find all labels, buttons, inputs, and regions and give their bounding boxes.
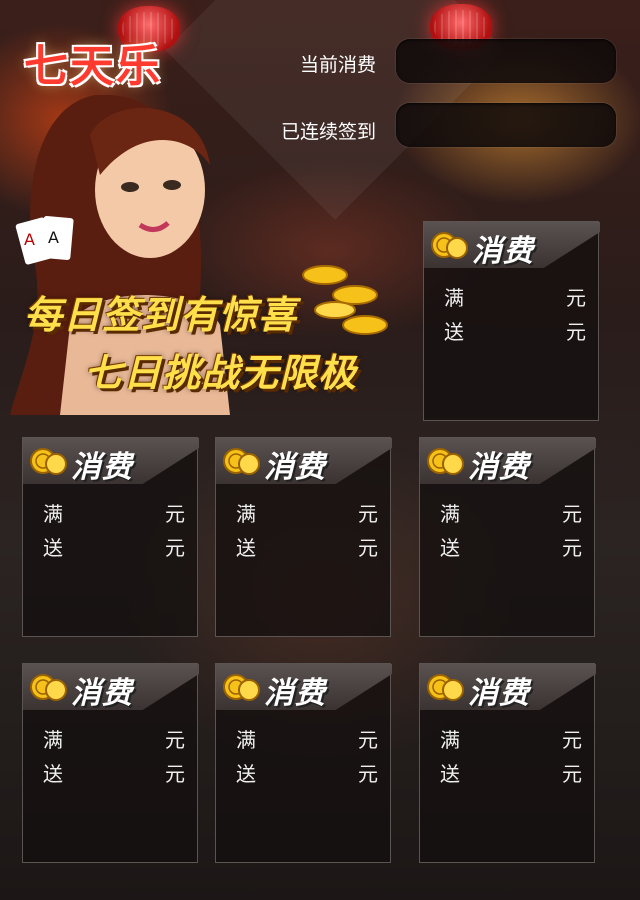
threshold-label: 满 [43,728,63,752]
coin-icon [222,672,260,702]
coin-icon [430,230,468,260]
card-title: 消费 [468,450,530,485]
gold-coins-decoration [302,265,388,335]
reward-unit: 元 [566,320,586,344]
threshold-label: 满 [43,502,63,526]
banner-slogan-line1: 每日签到有惊喜 [24,293,298,337]
threshold-label: 满 [236,728,256,752]
threshold-unit: 元 [165,728,185,752]
card-title: 消费 [468,676,530,711]
svg-text:A: A [24,230,35,249]
card-title: 消费 [71,676,133,711]
reward-label: 送 [43,762,63,786]
current-spend-label: 当前消费 [299,54,376,76]
threshold-label: 满 [440,502,460,526]
reward-label: 送 [440,536,460,560]
reward-unit: 元 [358,762,378,786]
threshold-label: 满 [236,502,256,526]
card-title: 消费 [264,676,326,711]
reward-label: 送 [444,320,464,344]
reward-label: 送 [440,762,460,786]
card-title: 消费 [264,450,326,485]
reward-unit: 元 [165,536,185,560]
threshold-unit: 元 [562,502,582,526]
threshold-label: 满 [440,728,460,752]
coin-icon [29,446,67,476]
reward-card[interactable]: 消费满元送元 [419,437,596,637]
reward-unit: 元 [358,536,378,560]
coin-icon [426,672,464,702]
app-logo: 七天乐 [24,41,162,92]
reward-card[interactable]: 消费满元送元 [215,437,392,637]
banner-slogan-line2: 七日挑战无限极 [84,351,358,395]
reward-card[interactable]: 消费满元送元 [22,663,199,863]
current-spend-field [396,39,616,83]
card-title: 消费 [71,450,133,485]
reward-card[interactable]: 消费满元送元 [22,437,199,637]
threshold-unit: 元 [358,728,378,752]
svg-text:A: A [48,228,59,247]
threshold-unit: 元 [562,728,582,752]
coin-icon [222,446,260,476]
reward-unit: 元 [562,536,582,560]
reward-card[interactable]: 消费满元送元 [419,663,596,863]
reward-unit: 元 [562,762,582,786]
reward-label: 送 [43,536,63,560]
card-title: 消费 [472,234,534,269]
reward-label: 送 [236,536,256,560]
reward-label: 送 [236,762,256,786]
reward-card[interactable]: 消费满元送元 [423,221,600,421]
reward-unit: 元 [165,762,185,786]
threshold-label: 满 [444,286,464,310]
coin-icon [426,446,464,476]
threshold-unit: 元 [566,286,586,310]
reward-card[interactable]: 消费满元送元 [215,663,392,863]
consecutive-checkin-field [396,103,616,147]
coin-icon [29,672,67,702]
threshold-unit: 元 [165,502,185,526]
threshold-unit: 元 [358,502,378,526]
